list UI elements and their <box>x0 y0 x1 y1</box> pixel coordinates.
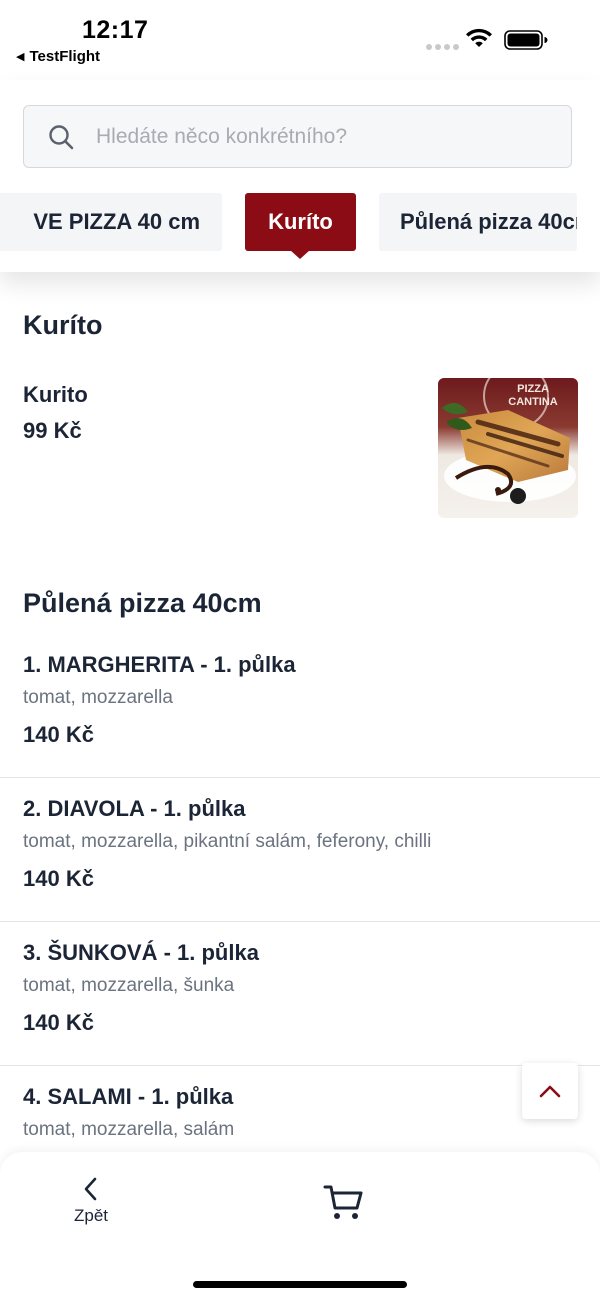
item-description: tomat, mozzarella, šunka <box>23 975 235 996</box>
search-icon <box>48 124 74 150</box>
search-input[interactable] <box>96 124 536 149</box>
item-price: 140 Kč <box>23 866 94 891</box>
item-name: 3. ŠUNKOVÁ - 1. půlka <box>23 940 259 965</box>
back-to-app-link[interactable]: ◀ TestFlight <box>16 48 100 65</box>
bottom-navigation: Zpět <box>0 1152 600 1300</box>
list-item[interactable]: 1. MARGHERITA - 1. půlka tomat, mozzarel… <box>0 634 600 778</box>
section-title-pulena-pizza: Půlená pizza 40cm <box>23 588 262 618</box>
search-box[interactable] <box>23 105 572 168</box>
signal-icon <box>426 44 459 50</box>
wifi-icon <box>466 28 492 47</box>
back-label: Zpět <box>73 1206 109 1225</box>
list-item[interactable]: 3. ŠUNKOVÁ - 1. půlka tomat, mozzarella,… <box>0 922 600 1066</box>
chevron-left-icon <box>84 1177 97 1201</box>
tab-ve-pizza[interactable]: VE PIZZA 40 cm <box>0 193 222 251</box>
chevron-up-icon <box>539 1085 561 1098</box>
tab-kurito[interactable]: Kuríto <box>245 193 356 251</box>
tab-pulena-pizza[interactable]: Půlená pizza 40cm <box>379 193 577 251</box>
active-tab-pointer <box>290 250 310 259</box>
image-logo-line1: PIZZA <box>517 383 549 395</box>
item-description: tomat, mozzarella, salám <box>23 1119 235 1140</box>
scroll-to-top-button[interactable] <box>522 1063 578 1119</box>
item-name: 4. SALAMI - 1. půlka <box>23 1084 234 1109</box>
category-tabs: VE PIZZA 40 cm Kuríto Půlená pizza 40cm <box>0 192 600 262</box>
item-price: 140 Kč <box>23 1010 94 1035</box>
status-time: 12:17 <box>82 16 149 44</box>
back-arrow-icon: ◀ <box>16 51 25 63</box>
back-app-label: TestFlight <box>29 48 101 65</box>
cart-icon <box>323 1185 363 1219</box>
status-bar: 12:17 ◀ TestFlight <box>0 0 600 80</box>
list-item[interactable]: 2. DIAVOLA - 1. půlka tomat, mozzarella,… <box>0 778 600 922</box>
product-name: Kurito <box>23 382 88 407</box>
back-button[interactable]: Zpět <box>60 1176 122 1226</box>
header: VE PIZZA 40 cm Kuríto Půlená pizza 40cm <box>0 80 600 272</box>
item-name: 2. DIAVOLA - 1. půlka <box>23 796 246 821</box>
product-price: 99 Kč <box>23 418 82 443</box>
product-image[interactable]: PIZZA CANTINA <box>438 378 578 518</box>
section-title-kurito: Kuríto <box>23 310 103 340</box>
item-price: 140 Kč <box>23 722 94 747</box>
battery-icon <box>504 30 548 50</box>
cart-button[interactable] <box>322 1182 364 1227</box>
home-indicator <box>193 1281 407 1288</box>
item-description: tomat, mozzarella <box>23 687 173 708</box>
image-logo-line2: CANTINA <box>508 396 558 408</box>
item-name: 1. MARGHERITA - 1. půlka <box>23 652 296 677</box>
item-description: tomat, mozzarella, pikantní salám, fefer… <box>23 831 432 852</box>
